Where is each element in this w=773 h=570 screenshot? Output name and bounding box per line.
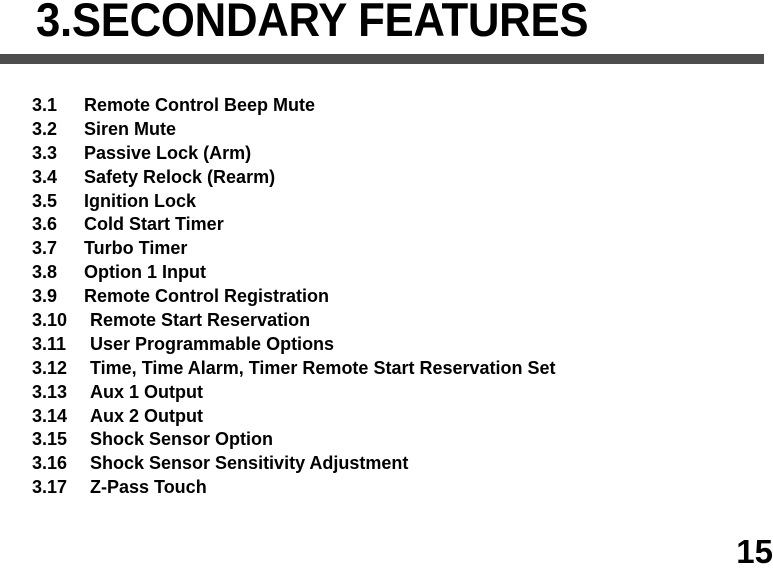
toc-item-number: 3.7 (32, 238, 58, 259)
toc-item-label: Remote Control Registration (84, 286, 330, 307)
toc-item-number: 3.4 (32, 166, 58, 187)
toc-item-label: Safety Relock (Rearm) (84, 166, 276, 187)
toc-item-number: 3.5 (32, 190, 58, 211)
toc-item-label: User Programmable Options (90, 333, 335, 354)
toc-item: 3.12 Time, Time Alarm, Timer Remote Start… (32, 357, 556, 381)
toc-item-number: 3.14 (32, 405, 68, 426)
toc-list: 3.1 Remote Control Beep Mute 3.2 Siren Mut… (32, 94, 556, 500)
toc-item-label: Shock Sensor Option (90, 429, 274, 450)
toc-item: 3.15 Shock Sensor Option (32, 428, 556, 452)
toc-item-number: 3.12 (32, 357, 68, 378)
toc-item-number: 3.1 (32, 95, 58, 115)
toc-item-number: 3.9 (32, 286, 58, 307)
toc-item: 3.6 Cold Start Timer (32, 213, 556, 237)
toc-item: 3.9 Remote Control Registration (32, 285, 556, 309)
toc-item: 3.11 User Programmable Options (32, 333, 556, 357)
toc-item-number: 3.15 (32, 429, 68, 450)
toc-item-label: Aux 1 Output (90, 381, 203, 402)
toc-item-number: 3.13 (32, 381, 68, 402)
section-title: 3.SECONDARY FEATURES (36, 0, 589, 46)
page-number: 15 (736, 533, 773, 570)
toc-item: 3.2 Siren Mute (32, 118, 556, 142)
toc-item-number: 3.8 (32, 262, 58, 283)
toc-item-label: Siren Mute (84, 118, 177, 139)
toc-item-number: 3.16 (32, 453, 68, 474)
toc-item: 3.1 Remote Control Beep Mute (32, 94, 556, 118)
toc-item-label: Remote Start Reservation (90, 310, 311, 331)
toc-item-label: Cold Start Timer (84, 214, 224, 235)
toc-item-label: Z-Pass Touch (90, 477, 207, 498)
toc-item: 3.3 Passive Lock (Arm) (32, 142, 556, 166)
toc-item-label: Passive Lock (Arm) (84, 142, 252, 163)
toc-item-number: 3.11 (32, 333, 67, 354)
toc-item: 3.16 Shock Sensor Sensitivity Adjustment (32, 452, 556, 476)
toc-item-number: 3.10 (32, 310, 68, 331)
toc-item-label: Option 1 Input (84, 262, 206, 283)
toc-item: 3.14 Aux 2 Output (32, 405, 556, 429)
toc-item-label: Shock Sensor Sensitivity Adjustment (90, 453, 409, 474)
toc-item: 3.8 Option 1 Input (32, 261, 556, 285)
toc-item-number: 3.2 (32, 118, 58, 139)
toc-item-label: Remote Control Beep Mute (84, 95, 316, 115)
toc-item: 3.10 Remote Start Reservation (32, 309, 556, 333)
toc-item: 3.7 Turbo Timer (32, 237, 556, 261)
toc-item: 3.17 Z-Pass Touch (32, 476, 556, 500)
toc-item: 3.4 Safety Relock (Rearm) (32, 166, 556, 190)
title-divider (0, 54, 764, 64)
toc-item: 3.5 Ignition Lock (32, 190, 556, 214)
toc-item-label: Turbo Timer (84, 238, 188, 259)
toc-item-label: Time, Time Alarm, Timer Remote Start Res… (90, 357, 556, 378)
toc-item-number: 3.17 (32, 477, 68, 498)
toc-item-label: Ignition Lock (84, 190, 196, 211)
toc-item-label: Aux 2 Output (90, 405, 203, 426)
toc-item-number: 3.6 (32, 214, 58, 235)
toc-item: 3.13 Aux 1 Output (32, 381, 556, 405)
toc-item-number: 3.3 (32, 142, 58, 163)
